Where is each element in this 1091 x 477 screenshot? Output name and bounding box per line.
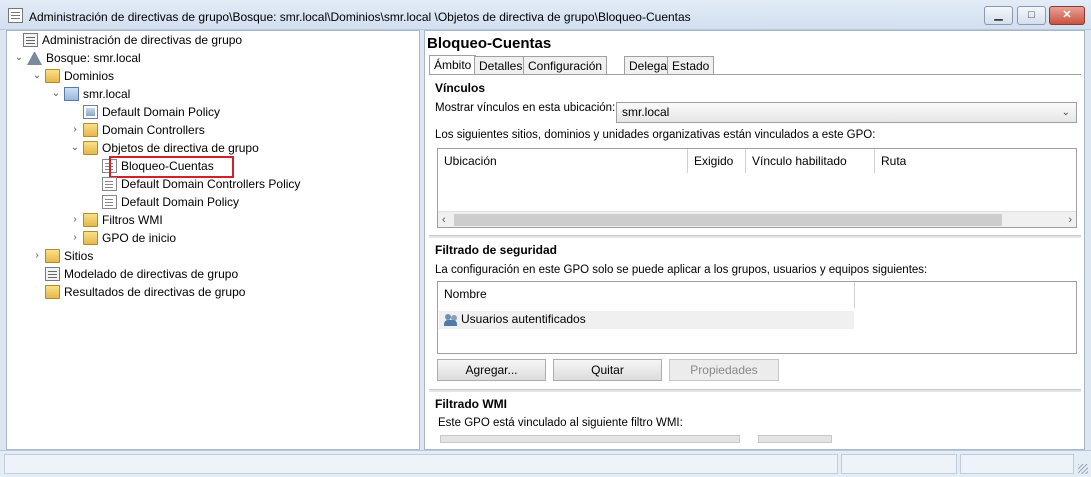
tree-item-label: Bosque: smr.local (46, 51, 141, 65)
status-panel-main (4, 454, 838, 474)
tree-item-label: Default Domain Controllers Policy (121, 177, 301, 191)
tree-item-label: Domain Controllers (102, 123, 205, 137)
close-button[interactable]: ✕ (1049, 6, 1085, 25)
links-heading: Vínculos (435, 81, 486, 95)
location-select-value: smr.local (622, 105, 670, 119)
folder-icon (45, 69, 60, 83)
chevron-right-icon[interactable]: › (69, 229, 81, 247)
column-header-path[interactable]: Ruta (874, 149, 1076, 173)
gpo-title: Bloqueo-Cuentas (427, 35, 552, 52)
status-panel-3 (960, 454, 1074, 474)
tree-item-label: Administración de directivas de grupo (42, 33, 243, 47)
status-bar (0, 450, 1091, 477)
gpo-icon (102, 177, 117, 191)
gpo-icon (102, 195, 117, 209)
chevron-right-icon[interactable]: › (69, 211, 81, 229)
chevron-right-icon[interactable]: › (31, 247, 43, 265)
folder-icon (83, 213, 98, 227)
links-description: Los siguientes sitios, dominios y unidad… (435, 129, 876, 141)
minimize-button[interactable]: ▁ (984, 6, 1013, 25)
list-item-label: Usuarios autentificados (461, 312, 586, 326)
wmi-filter-select[interactable] (440, 435, 740, 443)
tab-scope[interactable]: Ámbito (429, 55, 477, 75)
tab-settings[interactable]: Configuración (523, 56, 608, 75)
show-links-label: Mostrar vínculos en esta ubicación: (435, 102, 616, 114)
column-header-link-enabled[interactable]: Vínculo habilitado (745, 149, 874, 173)
app-icon (8, 8, 23, 23)
wmi-filtering-heading: Filtrado WMI (435, 397, 507, 411)
add-button[interactable]: Agregar... (437, 359, 546, 381)
security-filtering-description: La configuración en este GPO solo se pue… (435, 264, 928, 276)
tree-item-label: Sitios (64, 249, 94, 263)
domain-icon (64, 87, 79, 101)
horizontal-scrollbar[interactable]: ‹ › (438, 211, 1076, 227)
tree-item-label: smr.local (83, 87, 131, 101)
remove-button[interactable]: Quitar (553, 359, 662, 381)
tree-item-label: Dominios (64, 69, 115, 83)
section-divider (429, 235, 1081, 238)
tree-item-label: GPO de inicio (102, 231, 177, 245)
ou-folder-icon (83, 123, 98, 137)
location-select[interactable]: smr.local ⌄ (616, 102, 1077, 123)
modeling-icon (45, 267, 60, 281)
wmi-filtering-description: Este GPO está vinculado al siguiente fil… (438, 417, 683, 429)
section-divider (429, 389, 1081, 392)
chevron-right-icon[interactable]: › (69, 121, 81, 139)
column-header-location[interactable]: Ubicación (438, 149, 687, 173)
security-filtering-heading: Filtrado de seguridad (435, 243, 558, 257)
tree-item-label: Default Domain Policy (121, 195, 240, 209)
gpo-link-icon (83, 105, 98, 119)
links-table[interactable]: Ubicación Exigido Vínculo habilitado Rut… (437, 148, 1077, 228)
column-header-enforced[interactable]: Exigido (687, 149, 745, 173)
chevron-down-icon[interactable]: ⌄ (13, 49, 25, 67)
results-icon (45, 285, 60, 299)
console-icon (23, 33, 38, 47)
tab-details[interactable]: Detalles (474, 56, 528, 75)
chevron-down-icon[interactable]: ⌄ (31, 67, 43, 85)
title-bar: Administración de directivas de grupo\Bo… (0, 0, 1091, 30)
properties-button[interactable]: Propiedades (669, 359, 779, 381)
tree-item-label: Resultados de directivas de grupo (64, 285, 246, 299)
column-header-name[interactable]: Nombre (438, 282, 855, 308)
resize-grip[interactable] (1078, 464, 1088, 474)
status-panel-2 (841, 454, 957, 474)
forest-icon (27, 51, 42, 65)
window-title: Administración de directivas de grupo\Bo… (29, 10, 691, 24)
tree-item-label: Filtros WMI (102, 213, 163, 227)
scroll-left-icon[interactable]: ‹ (442, 212, 446, 228)
sites-icon (45, 249, 60, 263)
chevron-down-icon: ⌄ (1061, 107, 1070, 118)
scrollbar-thumb[interactable] (454, 214, 1002, 226)
tab-status[interactable]: Estado (667, 56, 715, 75)
console-tree: Administración de directivas de grupo ⌄ … (6, 30, 420, 450)
list-item[interactable]: Usuarios autentificados (439, 311, 854, 329)
chevron-down-icon[interactable]: ⌄ (69, 139, 81, 157)
scroll-right-icon[interactable]: › (1068, 212, 1072, 228)
maximize-button[interactable]: □ (1017, 6, 1046, 25)
tree-item-label: Modelado de directivas de grupo (64, 267, 239, 281)
folder-icon (83, 231, 98, 245)
users-group-icon (444, 313, 458, 326)
wmi-open-button[interactable] (758, 435, 832, 443)
tree-item-label: Default Domain Policy (102, 105, 221, 119)
details-pane: Bloqueo-Cuentas Ámbito Detalles Configur… (424, 30, 1085, 450)
security-filter-list[interactable]: Nombre Usuarios autentificados (437, 281, 1077, 354)
chevron-down-icon[interactable]: ⌄ (50, 85, 62, 103)
scope-tab-panel: Vínculos Mostrar vínculos en esta ubicac… (429, 74, 1081, 449)
folder-icon (83, 141, 98, 155)
tree-item-label: Objetos de directiva de grupo (102, 141, 259, 155)
